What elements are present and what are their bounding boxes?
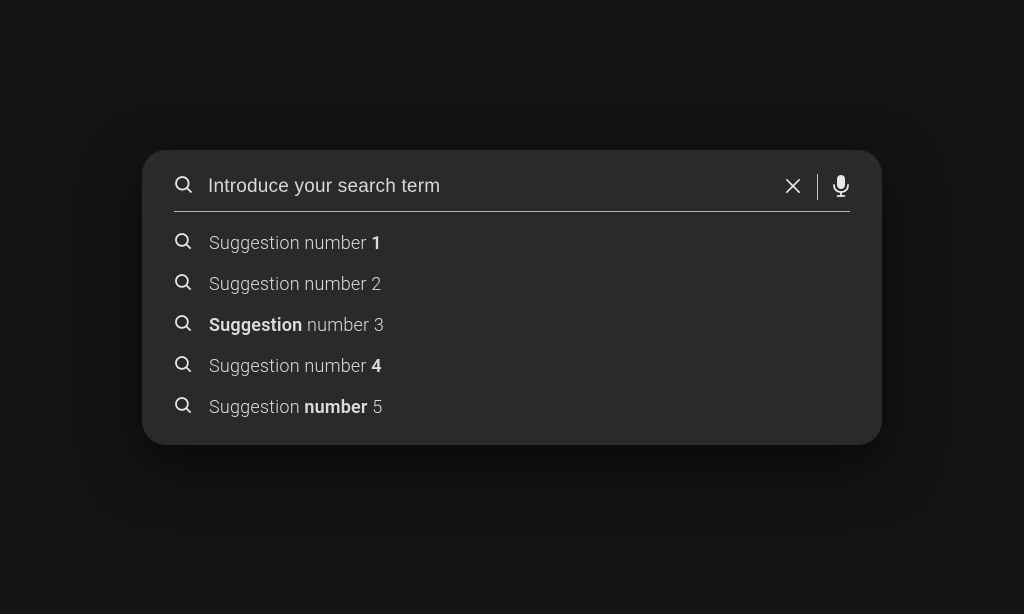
search-actions (783, 174, 850, 201)
suggestion-item[interactable]: Suggestion number 2 (174, 271, 850, 298)
search-icon (174, 273, 193, 296)
suggestion-text: Suggestion number 4 (209, 356, 382, 377)
search-icon (174, 175, 194, 199)
voice-search-button[interactable] (832, 174, 850, 201)
search-icon (174, 232, 193, 255)
suggestion-text: Suggestion number 5 (209, 397, 382, 418)
suggestion-item[interactable]: Suggestion number 5 (174, 394, 850, 421)
divider (817, 174, 818, 200)
clear-button[interactable] (783, 176, 803, 199)
microphone-icon (832, 174, 850, 201)
suggestion-item[interactable]: Suggestion number 3 (174, 312, 850, 339)
search-icon (174, 355, 193, 378)
suggestion-text: Suggestion number 2 (209, 274, 381, 295)
close-icon (783, 176, 803, 199)
suggestion-item[interactable]: Suggestion number 4 (174, 353, 850, 380)
suggestions-list: Suggestion number 1 Suggestion number 2 Su… (174, 230, 850, 421)
search-panel: Suggestion number 1 Suggestion number 2 Su… (142, 150, 882, 445)
search-bar (174, 174, 850, 212)
search-icon (174, 314, 193, 337)
suggestion-item[interactable]: Suggestion number 1 (174, 230, 850, 257)
suggestion-text: Suggestion number 3 (209, 315, 384, 336)
search-input[interactable] (208, 176, 769, 198)
suggestion-text: Suggestion number 1 (209, 233, 382, 254)
search-icon (174, 396, 193, 419)
